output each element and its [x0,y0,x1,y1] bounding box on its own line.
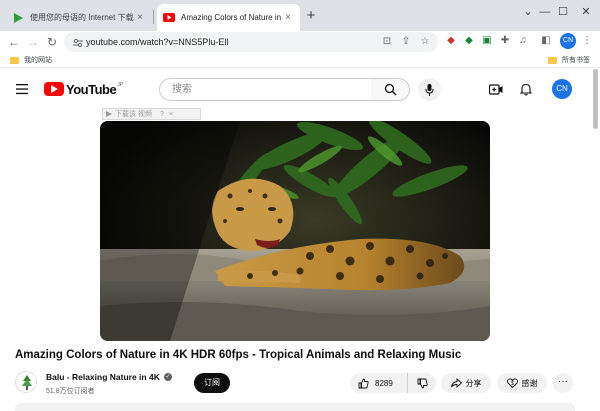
thanks-heart-dollar-icon: $ [506,378,518,388]
minimize-icon[interactable]: — [537,4,553,20]
page-scrollbar[interactable] [593,69,598,129]
verified-check-icon: ✓ [163,373,172,381]
search-button[interactable] [371,78,410,101]
description-box[interactable] [15,403,575,411]
close-window-icon[interactable]: ✕ [578,4,594,20]
share-arrow-icon [450,378,462,388]
like-dislike-group: 8289 [350,373,436,393]
tab-idm[interactable]: 使用您的母语的 Internet 下载管理器 × [6,4,152,31]
extension-pinwheel-icon[interactable]: ◆ [444,34,458,48]
voice-search-button[interactable] [418,78,441,101]
hamburger-menu-icon[interactable] [16,82,28,95]
tab-youtube[interactable]: Amazing Colors of Nature in 4K × [157,4,300,31]
subscriber-count: 51.8万位订阅者 [46,388,95,395]
install-app-icon[interactable]: ⊡ [380,35,394,49]
channel-name[interactable]: Balu - Relaxing Nature in 4K ✓ [46,372,172,382]
extension-idm-icon[interactable]: ▣ [480,34,494,48]
play-icon [106,111,112,117]
tab-divider [153,10,154,24]
channel-avatar[interactable] [15,371,37,393]
reload-icon[interactable]: ↻ [44,34,60,50]
bookmark-label: 我的网站 [24,57,52,64]
youtube-play-icon [44,82,64,96]
search-icon [384,83,396,96]
youtube-logo[interactable]: YouTube JP [44,81,123,97]
svg-text:$: $ [511,381,514,387]
channel-name-text: Balu - Relaxing Nature in 4K [46,372,160,382]
youtube-icon [163,12,175,24]
browser-tab-strip: 使用您的母语的 Internet 下载管理器 × Amazing Colors … [0,0,600,31]
download-video-bar[interactable]: 下载该 视频 ? × [102,108,201,120]
maximize-icon[interactable]: ☐ [555,4,571,20]
close-icon[interactable]: × [134,12,146,24]
microphone-icon [425,83,434,96]
logo-text: YouTube [66,81,117,97]
video-frame-jaguar [100,121,490,341]
subscribe-button[interactable]: 订阅 [194,373,230,393]
download-label: 下载该 视频 [115,111,152,118]
back-arrow-icon[interactable]: ← [6,34,22,50]
browser-menu-icon[interactable]: ⋮ [580,34,594,48]
share-page-icon[interactable]: ⇪ [399,35,413,49]
browser-profile-avatar[interactable]: CN [560,33,576,49]
like-count: 8289 [375,378,393,388]
share-button[interactable]: 分享 [441,373,491,393]
share-label: 分享 [465,378,482,388]
address-bar[interactable]: youtube.com/watch?v=NNS5Plu-Ell ⊡ ⇪ ☆ [64,32,438,52]
side-panel-icon[interactable]: ◧ [539,34,553,48]
browser-toolbar: ← → ↻ youtube.com/watch?v=NNS5Plu-Ell ⊡ … [0,31,600,53]
bookmark-star-icon[interactable]: ☆ [418,35,432,49]
folder-icon [548,56,557,64]
search-input[interactable]: 搜索 [159,78,372,101]
bookmark-label: 所有书签 [562,57,590,64]
dislike-button[interactable] [408,378,436,389]
thumbs-down-icon [417,378,428,388]
chevron-down-icon[interactable]: ⌄ [520,4,536,20]
close-icon[interactable]: × [282,12,294,24]
media-controls-icon[interactable]: ♫ [516,34,530,48]
logo-region: JP [117,81,124,88]
youtube-header: YouTube JP 搜索 CN [0,69,600,109]
all-bookmarks-folder[interactable]: 所有书签 [548,54,590,66]
new-tab-button[interactable]: + [303,8,319,24]
extension-leaf-icon[interactable]: ◆ [462,34,476,48]
video-player[interactable] [100,121,490,341]
notifications-bell-icon[interactable] [518,81,534,97]
create-video-icon[interactable] [488,81,504,97]
thanks-label: 感谢 [521,378,538,388]
tab-title: Amazing Colors of Nature in 4K [181,13,282,22]
more-actions-button[interactable]: ··· [553,373,573,393]
site-info-icon[interactable] [72,36,84,48]
address-url: youtube.com/watch?v=NNS5Plu-Ell [86,37,229,47]
thanks-button[interactable]: $ 感谢 [497,373,547,393]
help-icon[interactable]: ? [160,111,164,118]
extensions-puzzle-icon[interactable]: ✚ [498,34,512,48]
forward-arrow-icon[interactable]: → [25,34,41,50]
green-play-icon [12,12,24,24]
close-icon[interactable]: × [169,111,173,118]
bookmarks-bar: 我的网站 所有书签 [0,53,600,68]
tab-title: 使用您的母语的 Internet 下载管理器 [30,13,134,22]
bookmark-folder[interactable]: 我的网站 [10,54,52,66]
like-button[interactable]: 8289 [350,373,408,393]
folder-icon [10,56,19,64]
user-avatar[interactable]: CN [552,79,572,99]
thumbs-up-icon [358,378,369,388]
video-title: Amazing Colors of Nature in 4K HDR 60fps… [15,349,462,361]
